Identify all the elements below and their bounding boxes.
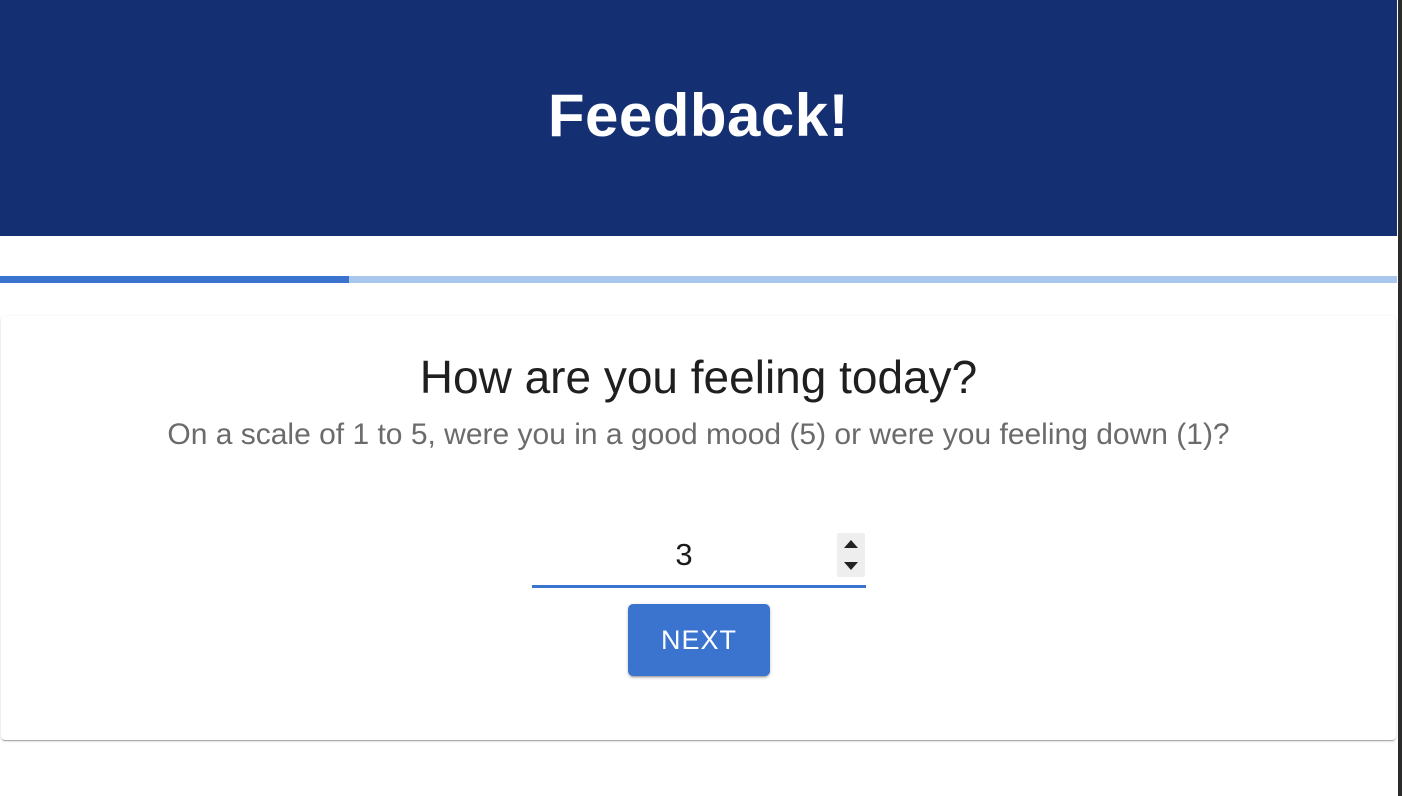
page-title: Feedback!: [547, 81, 850, 149]
question-subtitle: On a scale of 1 to 5, were you in a good…: [167, 418, 1230, 451]
question-title: How are you feeling today?: [419, 351, 978, 403]
mood-number-input[interactable]: 3: [532, 529, 866, 588]
progress-bar: [0, 276, 1397, 283]
increment-arrow-icon[interactable]: [837, 533, 865, 555]
question-card: How are you feeling today? On a scale of…: [1, 316, 1396, 740]
header-banner: Feedback!: [0, 0, 1397, 236]
progress-bar-fill: [0, 276, 350, 283]
decrement-arrow-icon[interactable]: [837, 555, 865, 577]
window-edge: [1398, 0, 1402, 796]
next-button[interactable]: NEXT: [628, 604, 770, 676]
mood-input-value[interactable]: 3: [532, 529, 836, 581]
feedback-app: Feedback! How are you feeling today? On …: [0, 0, 1402, 796]
number-spinner[interactable]: [837, 533, 865, 577]
